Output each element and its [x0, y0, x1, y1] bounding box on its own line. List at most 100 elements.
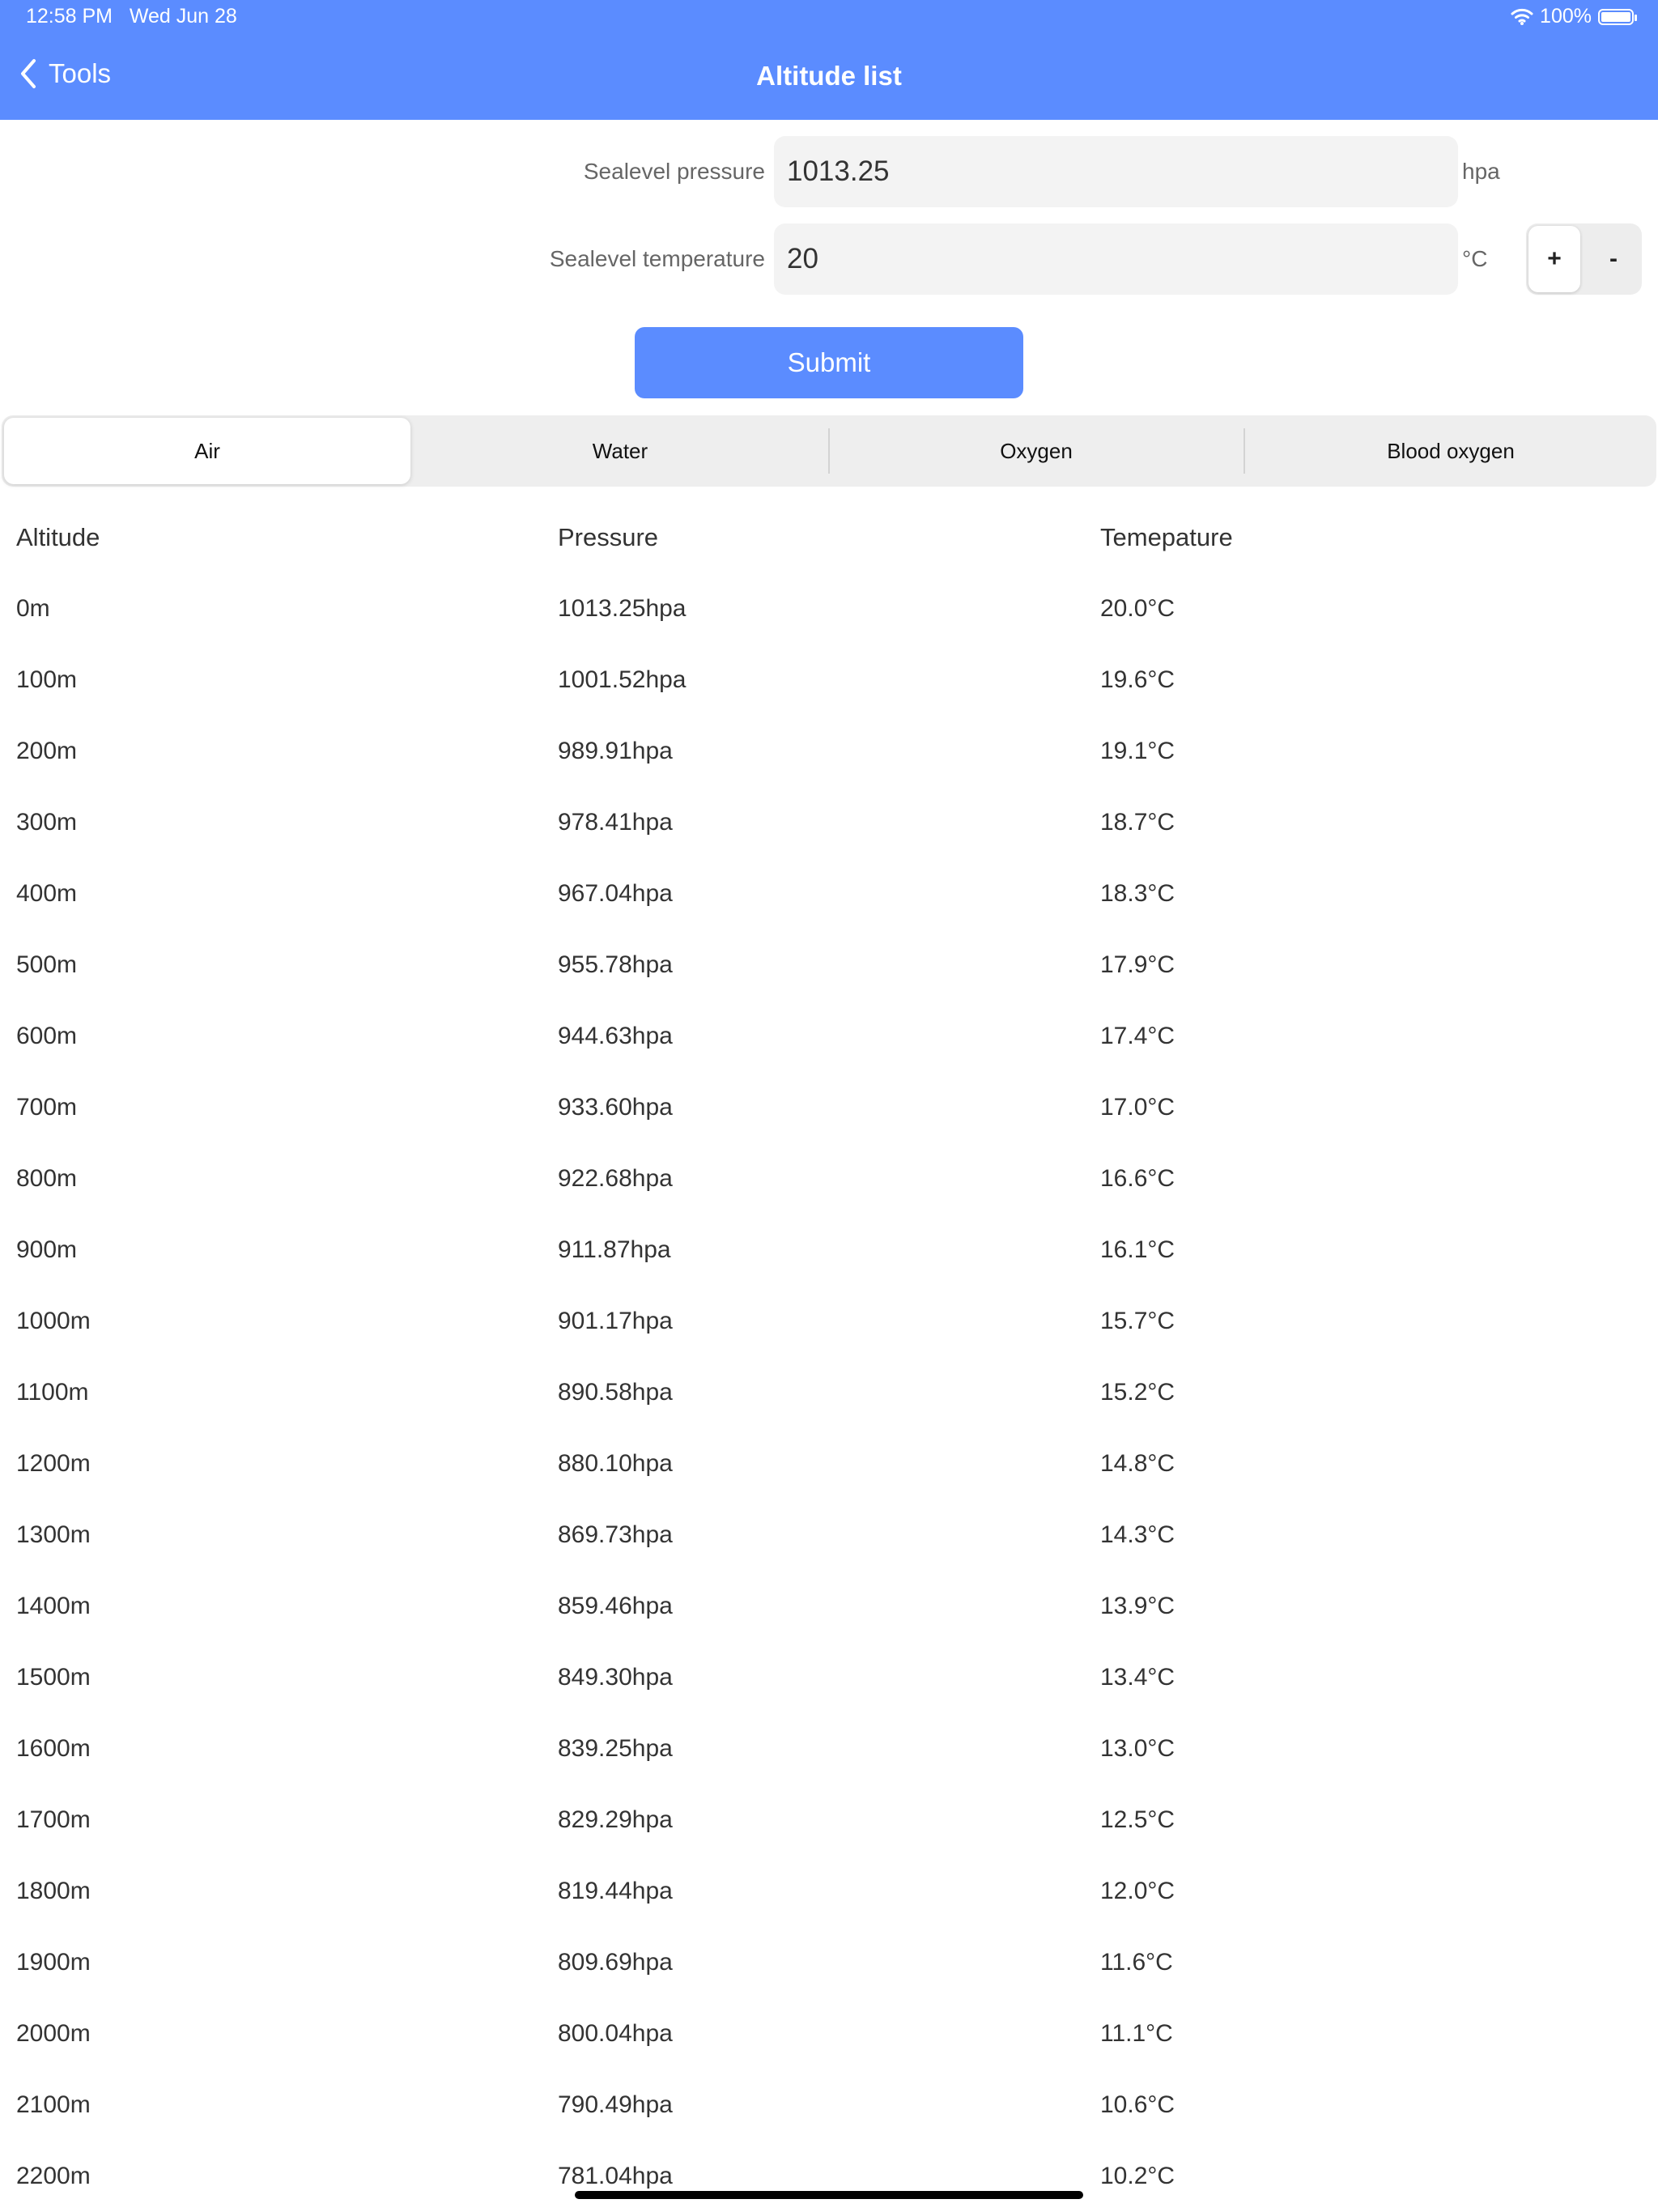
table-row: 900m 911.87hpa 16.1°C [0, 1214, 1658, 1286]
temperature-cell: 13.4°C [1100, 1664, 1175, 1691]
table-row: 1700m 829.29hpa 12.5°C [0, 1784, 1658, 1856]
table-row: 700m 933.60hpa 17.0°C [0, 1072, 1658, 1143]
temperature-cell: 11.6°C [1100, 1949, 1173, 1976]
table-row: 1000m 901.17hpa 15.7°C [0, 1286, 1658, 1357]
home-indicator [575, 2191, 1083, 2199]
pressure-cell: 809.69hpa [558, 1949, 673, 1976]
temperature-input[interactable]: 20 [774, 223, 1458, 295]
temperature-cell: 12.5°C [1100, 1806, 1175, 1833]
column-header-temperature: Temepature [1100, 523, 1233, 551]
pressure-cell: 933.60hpa [558, 1094, 673, 1121]
temperature-cell: 11.1°C [1100, 2020, 1173, 2047]
tab-air[interactable]: Air [4, 418, 410, 484]
temperature-cell: 15.2°C [1100, 1379, 1175, 1406]
altitude-table: Altitude Pressure Temepature 0m 1013.25hp… [0, 502, 1658, 2212]
pressure-cell: 869.73hpa [558, 1521, 673, 1548]
pressure-cell: 790.49hpa [558, 2091, 673, 2118]
temperature-cell: 17.0°C [1100, 1094, 1175, 1121]
status-time: 12:58 PM Wed Jun 28 [26, 5, 237, 28]
table-row: 1400m 859.46hpa 13.9°C [0, 1571, 1658, 1642]
table-row: 1800m 819.44hpa 12.0°C [0, 1856, 1658, 1927]
temperature-cell: 19.6°C [1100, 666, 1175, 693]
temperature-cell: 13.9°C [1100, 1593, 1175, 1619]
pressure-cell: 901.17hpa [558, 1308, 673, 1334]
page-title: Altitude list [756, 61, 902, 91]
table-row: 300m 978.41hpa 18.7°C [0, 787, 1658, 858]
altitude-cell: 700m [16, 1094, 78, 1121]
decrement-button[interactable]: - [1588, 226, 1639, 292]
altitude-cell: 300m [16, 809, 78, 836]
altitude-cell: 1900m [16, 1949, 91, 1976]
altitude-cell: 1700m [16, 1806, 91, 1833]
status-clock: 12:58 PM [26, 5, 113, 28]
pressure-cell: 1013.25hpa [558, 595, 687, 622]
temperature-row: Sealevel temperature 20 °C + - [0, 223, 1658, 295]
pressure-cell: 849.30hpa [558, 1664, 673, 1691]
table-row: 500m 955.78hpa 17.9°C [0, 929, 1658, 1001]
temperature-cell: 19.1°C [1100, 738, 1175, 764]
temperature-cell: 10.2°C [1100, 2163, 1175, 2189]
altitude-cell: 500m [16, 951, 78, 978]
wifi-icon [1511, 8, 1533, 25]
table-row: 200m 989.91hpa 19.1°C [0, 716, 1658, 787]
table-row: 800m 922.68hpa 16.6°C [0, 1143, 1658, 1214]
temperature-cell: 18.7°C [1100, 809, 1175, 836]
table-row: 1600m 839.25hpa 13.0°C [0, 1713, 1658, 1784]
column-header-pressure: Pressure [558, 523, 659, 551]
temperature-cell: 14.3°C [1100, 1521, 1175, 1548]
altitude-cell: 1300m [16, 1521, 91, 1548]
temperature-cell: 13.0°C [1100, 1735, 1175, 1762]
table-row: 400m 967.04hpa 18.3°C [0, 858, 1658, 929]
table-row: 100m 1001.52hpa 19.6°C [0, 644, 1658, 716]
table-row: 1200m 880.10hpa 14.8°C [0, 1428, 1658, 1499]
temperature-unit: °C [1462, 246, 1488, 271]
table-row: 1900m 809.69hpa 11.6°C [0, 1927, 1658, 1998]
altitude-cell: 1000m [16, 1308, 91, 1334]
altitude-cell: 1100m [16, 1379, 89, 1406]
pressure-cell: 890.58hpa [558, 1379, 673, 1406]
submit-button[interactable]: Submit [635, 327, 1023, 398]
pressure-cell: 944.63hpa [558, 1023, 673, 1049]
pressure-label: Sealevel pressure [583, 159, 765, 184]
pressure-cell: 829.29hpa [558, 1806, 673, 1833]
altitude-cell: 1200m [16, 1450, 91, 1477]
pressure-cell: 819.44hpa [558, 1878, 673, 1904]
status-indicators: 100% [1511, 5, 1637, 28]
table-row: 2100m 790.49hpa 10.6°C [0, 2069, 1658, 2141]
table-header-row: Altitude Pressure Temepature [0, 502, 1658, 573]
altitude-cell: 800m [16, 1165, 78, 1192]
altitude-cell: 0m [16, 595, 50, 622]
temperature-stepper: + - [1526, 223, 1642, 295]
table-row: 2200m 781.04hpa 10.2°C [0, 2141, 1658, 2212]
pressure-input[interactable]: 1013.25 [774, 136, 1458, 207]
pressure-cell: 955.78hpa [558, 951, 673, 978]
table-row: 1300m 869.73hpa 14.3°C [0, 1499, 1658, 1571]
temperature-cell: 10.6°C [1100, 2091, 1175, 2118]
temperature-cell: 17.4°C [1100, 1023, 1175, 1049]
battery-percent: 100% [1540, 5, 1592, 28]
table-row: 0m 1013.25hpa 20.0°C [0, 573, 1658, 644]
pressure-cell: 781.04hpa [558, 2163, 673, 2189]
increment-button[interactable]: + [1528, 226, 1580, 292]
table-row: 600m 944.63hpa 17.4°C [0, 1001, 1658, 1072]
table-row: 2000m 800.04hpa 11.1°C [0, 1998, 1658, 2069]
tab-water[interactable]: Water [413, 415, 827, 487]
table-row: 1500m 849.30hpa 13.4°C [0, 1642, 1658, 1713]
altitude-cell: 900m [16, 1236, 78, 1263]
altitude-cell: 400m [16, 880, 78, 907]
tab-blood-oxygen[interactable]: Blood oxygen [1245, 415, 1656, 487]
altitude-cell: 1500m [16, 1664, 91, 1691]
altitude-cell: 600m [16, 1023, 78, 1049]
table-body: 0m 1013.25hpa 20.0°C 100m 1001.52hpa 19.6°C 20… [0, 573, 1658, 2212]
pressure-cell: 911.87hpa [558, 1236, 671, 1263]
tab-oxygen[interactable]: Oxygen [830, 415, 1243, 487]
altitude-cell: 1800m [16, 1878, 91, 1904]
pressure-cell: 989.91hpa [558, 738, 673, 764]
pressure-cell: 978.41hpa [558, 809, 673, 836]
navigation-header: 12:58 PM Wed Jun 28 100% Tools Altitude … [0, 0, 1658, 120]
status-date: Wed Jun 28 [129, 5, 237, 28]
pressure-cell: 839.25hpa [558, 1735, 673, 1762]
table-row: 1100m 890.58hpa 15.2°C [0, 1357, 1658, 1428]
column-header-altitude: Altitude [16, 523, 100, 551]
pressure-unit: hpa [1462, 159, 1500, 184]
